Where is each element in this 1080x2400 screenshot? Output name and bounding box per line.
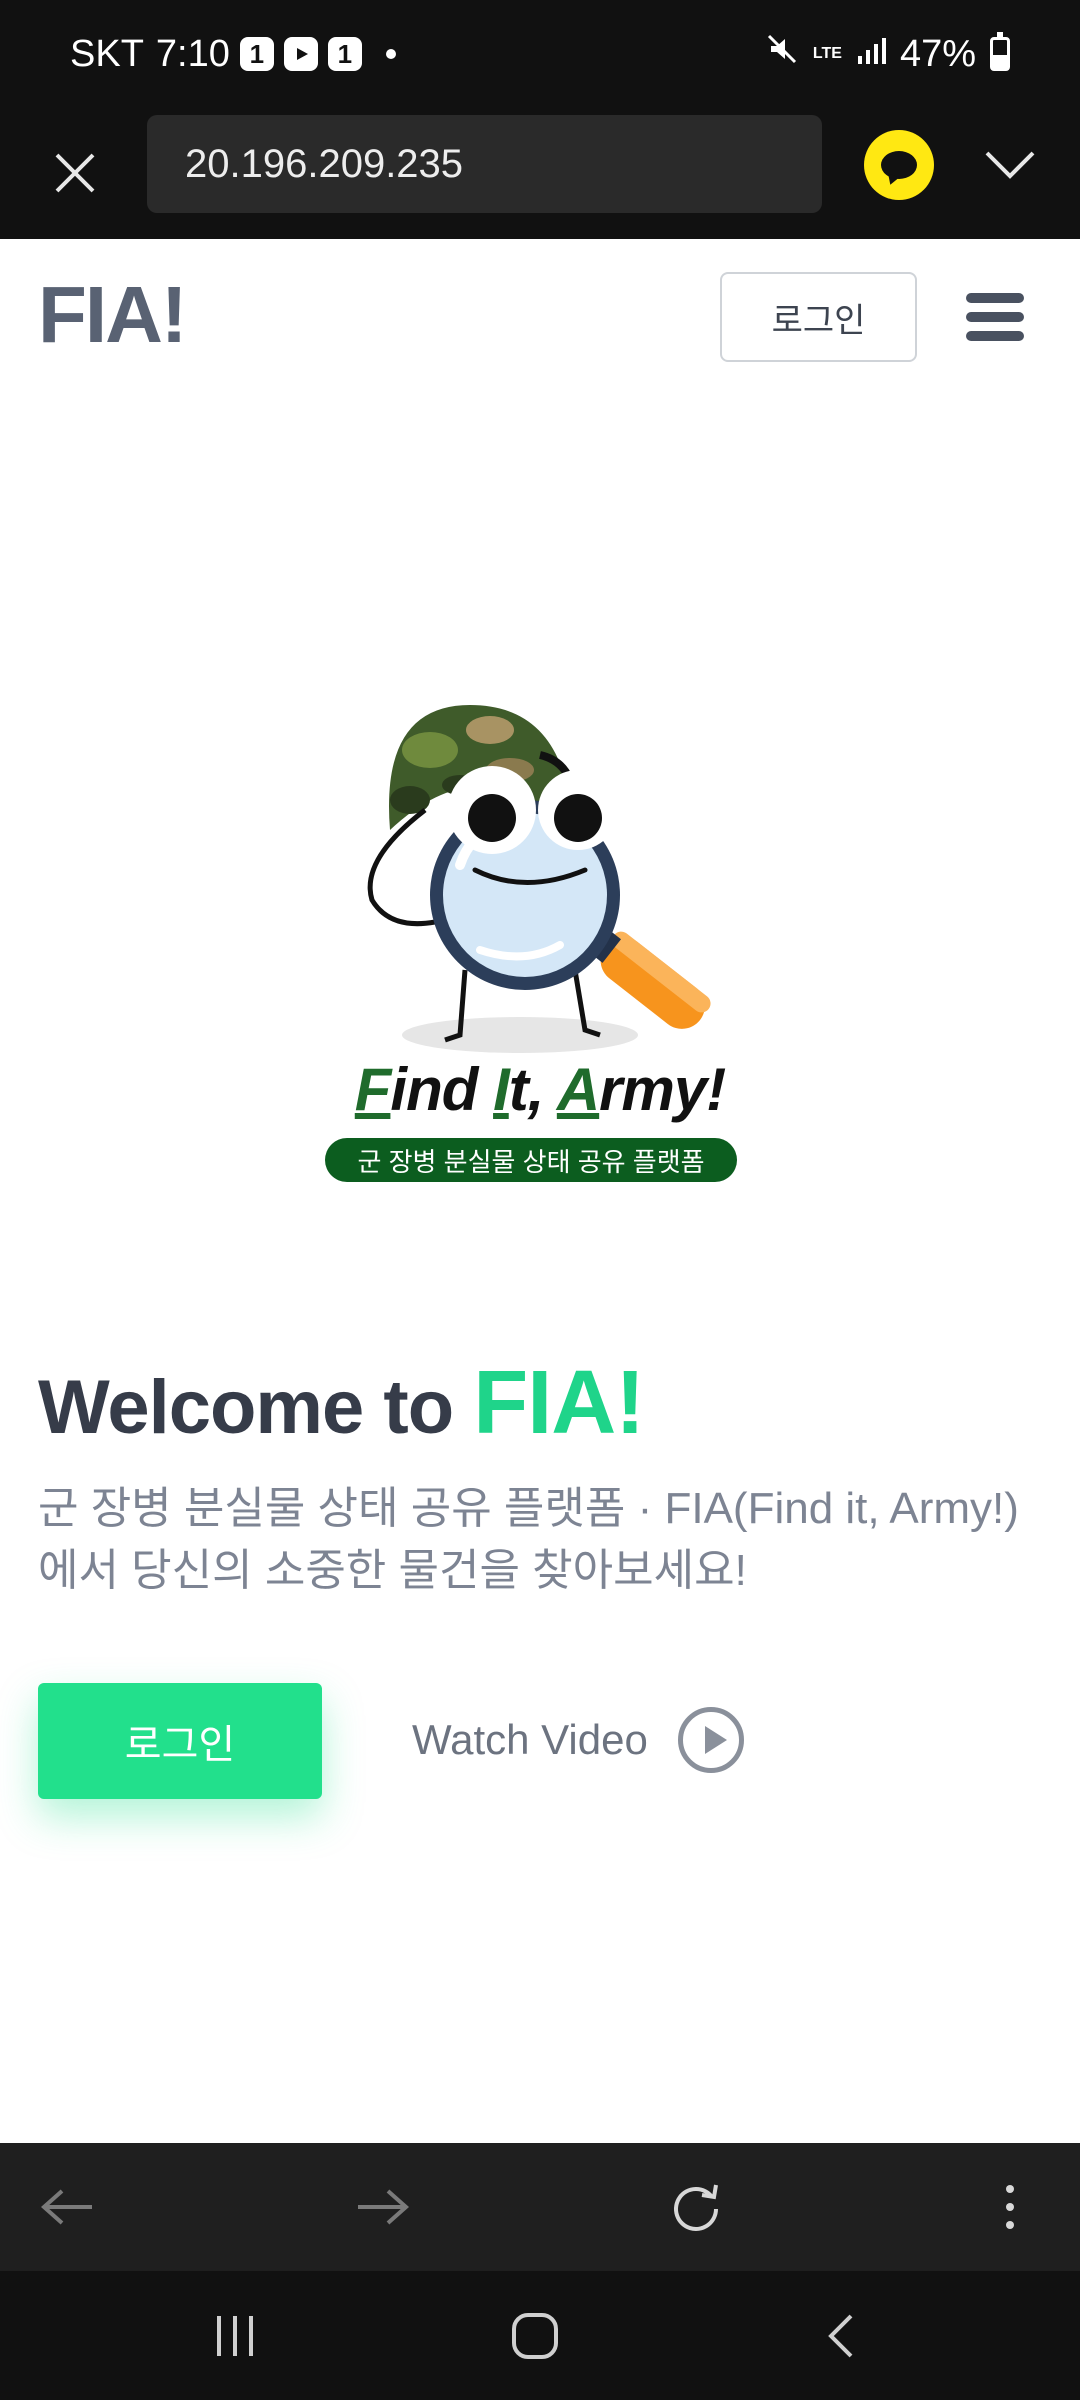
carrier-label: SKT: [70, 32, 144, 75]
kakaotalk-button[interactable]: [864, 130, 934, 200]
arrow-right-icon: [358, 2189, 410, 2225]
logo-tagline: 군 장병 분실물 상태 공유 플랫폼: [325, 1138, 737, 1182]
logo-title: Find It, Army!: [354, 1056, 726, 1123]
status-bar: SKT 7:10 1 1 LTE 47%: [0, 0, 1080, 108]
browser-toolbar: [0, 2143, 1080, 2271]
more-vert-icon: [1006, 2185, 1014, 2229]
reload-button[interactable]: [656, 2167, 736, 2247]
login-button[interactable]: 로그인: [38, 1683, 322, 1799]
back-button[interactable]: [28, 2167, 108, 2247]
watch-video-label: Watch Video: [412, 1716, 648, 1763]
mute-icon: [765, 32, 799, 76]
notification-one-icon: 1: [239, 37, 274, 71]
time-label: 7:10: [155, 32, 230, 75]
close-button[interactable]: [40, 138, 110, 208]
site-header: FIA! 로그인: [0, 239, 1080, 389]
hero-logo: Find It, Army! 군 장병 분실물 상태 공유 플랫폼: [300, 660, 780, 1200]
forward-button[interactable]: [342, 2167, 422, 2247]
hamburger-menu-icon[interactable]: [960, 289, 1030, 345]
signal-icon: [856, 33, 886, 76]
lte-icon: LTE: [812, 45, 842, 62]
welcome-prefix: Welcome to: [38, 1365, 474, 1450]
mascot-illustration: [367, 705, 711, 1053]
url-field[interactable]: 20.196.209.235: [147, 115, 822, 213]
brand-logo[interactable]: FIA!: [38, 269, 188, 361]
battery-percent: 47%: [899, 32, 976, 75]
more-notifications-dot: [385, 49, 396, 59]
system-nav-bar: [0, 2271, 1080, 2400]
kakaotalk-icon: [881, 151, 917, 179]
chevron-down-icon: [985, 151, 1035, 179]
battery-icon: [990, 32, 1010, 71]
welcome-heading: Welcome to FIA!: [38, 1352, 645, 1455]
browser-url-bar: 20.196.209.235: [0, 108, 1080, 239]
header-login-button[interactable]: 로그인: [720, 272, 917, 362]
youtube-icon: [283, 37, 318, 71]
status-right: LTE 47%: [751, 30, 1010, 78]
reload-icon: [674, 2184, 718, 2231]
play-icon: [677, 1707, 744, 1773]
recents-button[interactable]: [190, 2301, 280, 2371]
status-left: SKT 7:10 1 1: [70, 30, 396, 78]
notification-one-icon: 1: [327, 37, 362, 71]
home-button[interactable]: [490, 2301, 580, 2371]
expand-button[interactable]: [970, 130, 1050, 200]
arrow-left-icon: [40, 2189, 92, 2225]
chevron-left-icon: [828, 2314, 853, 2358]
watch-video-button[interactable]: Watch Video: [412, 1700, 744, 1780]
home-icon: [512, 2313, 558, 2359]
recents-icon: [217, 2316, 253, 2356]
more-options-button[interactable]: [970, 2167, 1050, 2247]
welcome-accent: FIA!: [473, 1353, 645, 1453]
system-back-button[interactable]: [795, 2301, 885, 2371]
close-icon: [55, 153, 95, 193]
welcome-subtitle: 군 장병 분실물 상태 공유 플랫폼 · FIA(Find it, Army!)…: [38, 1484, 1019, 1595]
